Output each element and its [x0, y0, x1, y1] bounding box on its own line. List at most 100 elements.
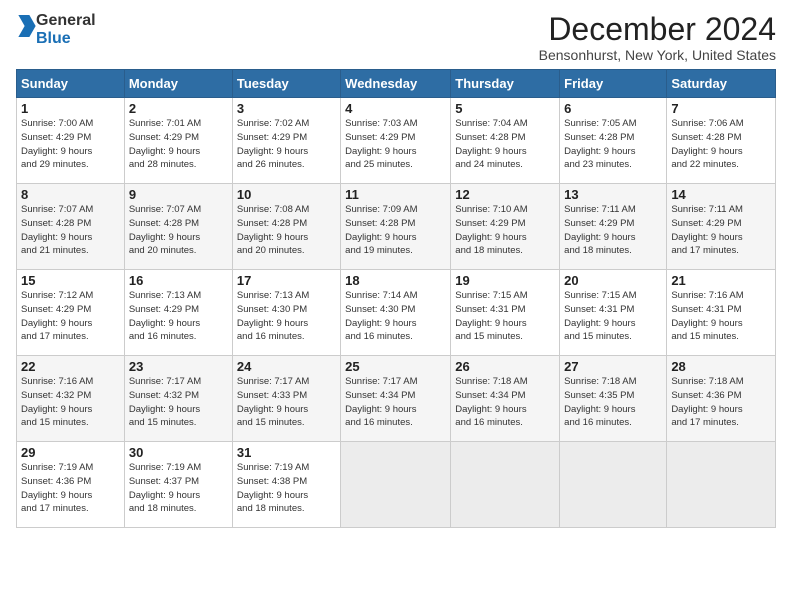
day-number: 30 — [129, 445, 228, 460]
day-number: 29 — [21, 445, 120, 460]
day-number: 26 — [455, 359, 555, 374]
day-number: 7 — [671, 101, 771, 116]
day-info: Sunrise: 7:18 AM Sunset: 4:36 PM Dayligh… — [671, 375, 771, 430]
day-number: 28 — [671, 359, 771, 374]
calendar-cell: 6Sunrise: 7:05 AM Sunset: 4:28 PM Daylig… — [560, 98, 667, 184]
day-number: 14 — [671, 187, 771, 202]
day-number: 20 — [564, 273, 662, 288]
calendar-cell: 20Sunrise: 7:15 AM Sunset: 4:31 PM Dayli… — [560, 270, 667, 356]
calendar-cell: 14Sunrise: 7:11 AM Sunset: 4:29 PM Dayli… — [667, 184, 776, 270]
calendar-cell: 28Sunrise: 7:18 AM Sunset: 4:36 PM Dayli… — [667, 356, 776, 442]
calendar-cell — [667, 442, 776, 528]
calendar-cell: 23Sunrise: 7:17 AM Sunset: 4:32 PM Dayli… — [124, 356, 232, 442]
day-info: Sunrise: 7:19 AM Sunset: 4:38 PM Dayligh… — [237, 461, 336, 516]
day-number: 16 — [129, 273, 228, 288]
day-number: 27 — [564, 359, 662, 374]
page: General Blue December 2024 Bensonhurst, … — [0, 0, 792, 612]
day-number: 9 — [129, 187, 228, 202]
calendar-cell — [451, 442, 560, 528]
day-info: Sunrise: 7:11 AM Sunset: 4:29 PM Dayligh… — [564, 203, 662, 258]
calendar-week-row: 15Sunrise: 7:12 AM Sunset: 4:29 PM Dayli… — [17, 270, 776, 356]
calendar-cell: 9Sunrise: 7:07 AM Sunset: 4:28 PM Daylig… — [124, 184, 232, 270]
day-number: 19 — [455, 273, 555, 288]
day-info: Sunrise: 7:01 AM Sunset: 4:29 PM Dayligh… — [129, 117, 228, 172]
day-number: 10 — [237, 187, 336, 202]
day-info: Sunrise: 7:11 AM Sunset: 4:29 PM Dayligh… — [671, 203, 771, 258]
calendar-cell: 27Sunrise: 7:18 AM Sunset: 4:35 PM Dayli… — [560, 356, 667, 442]
day-number: 15 — [21, 273, 120, 288]
calendar-header-friday: Friday — [560, 70, 667, 98]
day-info: Sunrise: 7:17 AM Sunset: 4:32 PM Dayligh… — [129, 375, 228, 430]
calendar-header-monday: Monday — [124, 70, 232, 98]
calendar-cell: 10Sunrise: 7:08 AM Sunset: 4:28 PM Dayli… — [232, 184, 340, 270]
calendar-cell: 26Sunrise: 7:18 AM Sunset: 4:34 PM Dayli… — [451, 356, 560, 442]
calendar-week-row: 8Sunrise: 7:07 AM Sunset: 4:28 PM Daylig… — [17, 184, 776, 270]
calendar-table: SundayMondayTuesdayWednesdayThursdayFrid… — [16, 69, 776, 528]
day-info: Sunrise: 7:07 AM Sunset: 4:28 PM Dayligh… — [129, 203, 228, 258]
calendar-cell: 1Sunrise: 7:00 AM Sunset: 4:29 PM Daylig… — [17, 98, 125, 184]
day-number: 2 — [129, 101, 228, 116]
day-info: Sunrise: 7:19 AM Sunset: 4:37 PM Dayligh… — [129, 461, 228, 516]
logo-text: General Blue — [36, 12, 96, 47]
month-title: December 2024 — [539, 12, 776, 47]
day-number: 5 — [455, 101, 555, 116]
day-number: 22 — [21, 359, 120, 374]
day-info: Sunrise: 7:08 AM Sunset: 4:28 PM Dayligh… — [237, 203, 336, 258]
calendar-cell: 24Sunrise: 7:17 AM Sunset: 4:33 PM Dayli… — [232, 356, 340, 442]
day-info: Sunrise: 7:19 AM Sunset: 4:36 PM Dayligh… — [21, 461, 120, 516]
calendar-cell: 22Sunrise: 7:16 AM Sunset: 4:32 PM Dayli… — [17, 356, 125, 442]
day-number: 31 — [237, 445, 336, 460]
logo: General Blue — [16, 12, 96, 47]
day-info: Sunrise: 7:18 AM Sunset: 4:34 PM Dayligh… — [455, 375, 555, 430]
day-number: 17 — [237, 273, 336, 288]
calendar-header-sunday: Sunday — [17, 70, 125, 98]
day-info: Sunrise: 7:09 AM Sunset: 4:28 PM Dayligh… — [345, 203, 446, 258]
day-info: Sunrise: 7:07 AM Sunset: 4:28 PM Dayligh… — [21, 203, 120, 258]
day-info: Sunrise: 7:16 AM Sunset: 4:32 PM Dayligh… — [21, 375, 120, 430]
calendar-cell: 17Sunrise: 7:13 AM Sunset: 4:30 PM Dayli… — [232, 270, 340, 356]
calendar-cell: 8Sunrise: 7:07 AM Sunset: 4:28 PM Daylig… — [17, 184, 125, 270]
day-info: Sunrise: 7:13 AM Sunset: 4:30 PM Dayligh… — [237, 289, 336, 344]
day-number: 11 — [345, 187, 446, 202]
calendar-cell: 25Sunrise: 7:17 AM Sunset: 4:34 PM Dayli… — [341, 356, 451, 442]
calendar-cell: 5Sunrise: 7:04 AM Sunset: 4:28 PM Daylig… — [451, 98, 560, 184]
calendar-cell: 30Sunrise: 7:19 AM Sunset: 4:37 PM Dayli… — [124, 442, 232, 528]
day-info: Sunrise: 7:17 AM Sunset: 4:33 PM Dayligh… — [237, 375, 336, 430]
day-info: Sunrise: 7:17 AM Sunset: 4:34 PM Dayligh… — [345, 375, 446, 430]
calendar-header-saturday: Saturday — [667, 70, 776, 98]
calendar-header-row: SundayMondayTuesdayWednesdayThursdayFrid… — [17, 70, 776, 98]
calendar-cell: 11Sunrise: 7:09 AM Sunset: 4:28 PM Dayli… — [341, 184, 451, 270]
day-info: Sunrise: 7:15 AM Sunset: 4:31 PM Dayligh… — [455, 289, 555, 344]
day-number: 24 — [237, 359, 336, 374]
day-info: Sunrise: 7:12 AM Sunset: 4:29 PM Dayligh… — [21, 289, 120, 344]
day-number: 23 — [129, 359, 228, 374]
day-info: Sunrise: 7:05 AM Sunset: 4:28 PM Dayligh… — [564, 117, 662, 172]
calendar-week-row: 22Sunrise: 7:16 AM Sunset: 4:32 PM Dayli… — [17, 356, 776, 442]
day-info: Sunrise: 7:16 AM Sunset: 4:31 PM Dayligh… — [671, 289, 771, 344]
day-info: Sunrise: 7:00 AM Sunset: 4:29 PM Dayligh… — [21, 117, 120, 172]
calendar-cell: 3Sunrise: 7:02 AM Sunset: 4:29 PM Daylig… — [232, 98, 340, 184]
day-number: 18 — [345, 273, 446, 288]
calendar-cell: 4Sunrise: 7:03 AM Sunset: 4:29 PM Daylig… — [341, 98, 451, 184]
location: Bensonhurst, New York, United States — [539, 47, 776, 63]
calendar-header-tuesday: Tuesday — [232, 70, 340, 98]
calendar-header-wednesday: Wednesday — [341, 70, 451, 98]
day-number: 21 — [671, 273, 771, 288]
calendar-cell — [341, 442, 451, 528]
day-info: Sunrise: 7:18 AM Sunset: 4:35 PM Dayligh… — [564, 375, 662, 430]
day-number: 13 — [564, 187, 662, 202]
day-info: Sunrise: 7:15 AM Sunset: 4:31 PM Dayligh… — [564, 289, 662, 344]
day-info: Sunrise: 7:13 AM Sunset: 4:29 PM Dayligh… — [129, 289, 228, 344]
title-block: December 2024 Bensonhurst, New York, Uni… — [539, 12, 776, 63]
header: General Blue December 2024 Bensonhurst, … — [16, 12, 776, 63]
day-number: 6 — [564, 101, 662, 116]
day-number: 3 — [237, 101, 336, 116]
calendar-cell: 18Sunrise: 7:14 AM Sunset: 4:30 PM Dayli… — [341, 270, 451, 356]
logo-icon — [18, 15, 36, 37]
day-info: Sunrise: 7:04 AM Sunset: 4:28 PM Dayligh… — [455, 117, 555, 172]
calendar-cell — [560, 442, 667, 528]
day-number: 25 — [345, 359, 446, 374]
calendar-cell: 13Sunrise: 7:11 AM Sunset: 4:29 PM Dayli… — [560, 184, 667, 270]
day-info: Sunrise: 7:10 AM Sunset: 4:29 PM Dayligh… — [455, 203, 555, 258]
day-info: Sunrise: 7:14 AM Sunset: 4:30 PM Dayligh… — [345, 289, 446, 344]
